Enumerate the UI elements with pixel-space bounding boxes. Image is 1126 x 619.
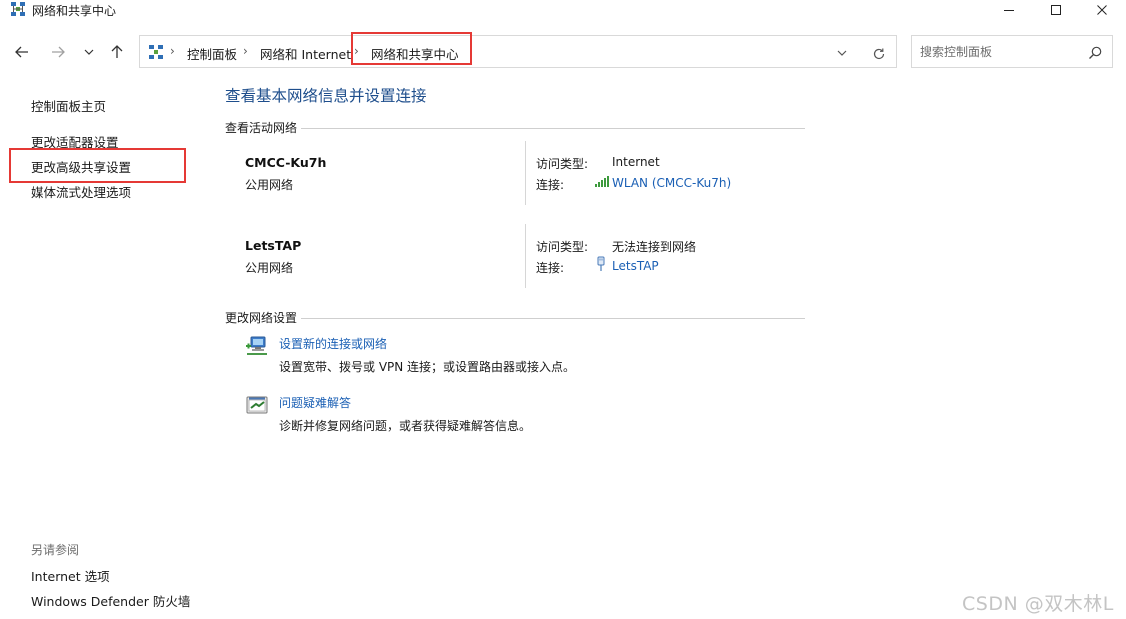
change-settings-heading: 更改网络设置 bbox=[225, 309, 302, 326]
arrow-up-icon bbox=[111, 45, 123, 58]
address-bar[interactable]: › 控制面板 › 网络和 Internet › 网络和共享中心 bbox=[139, 32, 897, 68]
recent-locations-button[interactable] bbox=[77, 40, 101, 64]
arrow-right-icon bbox=[52, 46, 65, 58]
minimize-icon bbox=[1004, 10, 1014, 11]
access-type-label: 访问类型: bbox=[536, 240, 589, 254]
access-type-value: Internet bbox=[612, 155, 660, 169]
see-also-windows-firewall[interactable]: Windows Defender 防火墙 bbox=[31, 591, 190, 610]
network-category-link[interactable]: 公用网络 bbox=[245, 259, 293, 276]
chevron-down-icon bbox=[837, 50, 847, 56]
close-icon bbox=[1097, 5, 1107, 15]
watermark-text: CSDN @双木林L bbox=[962, 593, 1114, 615]
network-center-icon bbox=[11, 2, 25, 16]
control-panel-icon bbox=[149, 45, 163, 59]
troubleshoot-problems-link[interactable]: 问题疑难解答 bbox=[279, 394, 351, 411]
connection-label: 连接: bbox=[536, 261, 565, 275]
up-button[interactable] bbox=[105, 40, 129, 64]
network-name: LetsTAP bbox=[245, 238, 302, 253]
active-networks-heading: 查看活动网络 bbox=[225, 119, 302, 136]
forward-button[interactable] bbox=[46, 40, 70, 64]
nav-control-panel-home[interactable]: 控制面板主页 bbox=[31, 96, 106, 115]
vertical-divider bbox=[525, 141, 526, 205]
page-title: 查看基本网络信息并设置连接 bbox=[225, 87, 427, 105]
annotation-highlight-box bbox=[9, 148, 186, 183]
maximize-icon bbox=[1051, 5, 1061, 15]
network-category-link[interactable]: 公用网络 bbox=[245, 176, 293, 193]
access-type-label: 访问类型: bbox=[536, 157, 589, 171]
arrow-left-icon bbox=[15, 46, 28, 58]
maximize-button[interactable] bbox=[1033, 0, 1079, 20]
back-button[interactable] bbox=[10, 40, 34, 64]
letstap-connection-link[interactable]: LetsTAP bbox=[612, 259, 659, 273]
setup-new-connection-link[interactable]: 设置新的连接或网络 bbox=[279, 335, 387, 352]
search-box[interactable] bbox=[911, 35, 1113, 68]
refresh-icon bbox=[873, 48, 885, 60]
section-divider bbox=[225, 128, 805, 129]
ethernet-plug-icon bbox=[597, 256, 605, 271]
breadcrumb-network-internet[interactable]: 网络和 Internet bbox=[260, 44, 351, 63]
search-icon[interactable] bbox=[1087, 45, 1103, 61]
minimize-button[interactable] bbox=[986, 0, 1032, 20]
see-also-internet-options[interactable]: Internet 选项 bbox=[31, 566, 110, 585]
troubleshoot-icon bbox=[246, 396, 268, 414]
title-bar: 网络和共享中心 bbox=[0, 0, 1126, 20]
breadcrumb-separator-icon: › bbox=[243, 44, 248, 58]
new-connection-icon bbox=[246, 336, 267, 355]
window-title: 网络和共享中心 bbox=[32, 4, 117, 18]
search-input[interactable] bbox=[920, 43, 1080, 61]
setup-new-connection-description: 设置宽带、拨号或 VPN 连接；或设置路由器或接入点。 bbox=[279, 360, 576, 374]
section-divider bbox=[225, 318, 805, 319]
wlan-connection-link[interactable]: WLAN (CMCC-Ku7h) bbox=[612, 176, 731, 190]
connection-label: 连接: bbox=[536, 178, 565, 192]
breadcrumb-control-panel[interactable]: 控制面板 bbox=[187, 44, 237, 63]
chevron-down-icon bbox=[84, 49, 94, 55]
network-name: CMCC-Ku7h bbox=[245, 155, 327, 170]
nav-media-streaming-options[interactable]: 媒体流式处理选项 bbox=[31, 182, 131, 201]
breadcrumb-separator-icon: › bbox=[170, 44, 175, 58]
vertical-divider bbox=[525, 224, 526, 288]
access-type-value: 无法连接到网络 bbox=[612, 240, 697, 254]
wifi-signal-icon bbox=[595, 176, 609, 187]
troubleshoot-description: 诊断并修复网络问题，或者获得疑难解答信息。 bbox=[279, 419, 532, 433]
annotation-highlight-box bbox=[351, 32, 472, 65]
close-button[interactable] bbox=[1079, 0, 1125, 20]
see-also-heading: 另请参阅 bbox=[31, 543, 80, 557]
address-history-button[interactable] bbox=[834, 45, 850, 61]
refresh-button[interactable] bbox=[870, 45, 888, 63]
